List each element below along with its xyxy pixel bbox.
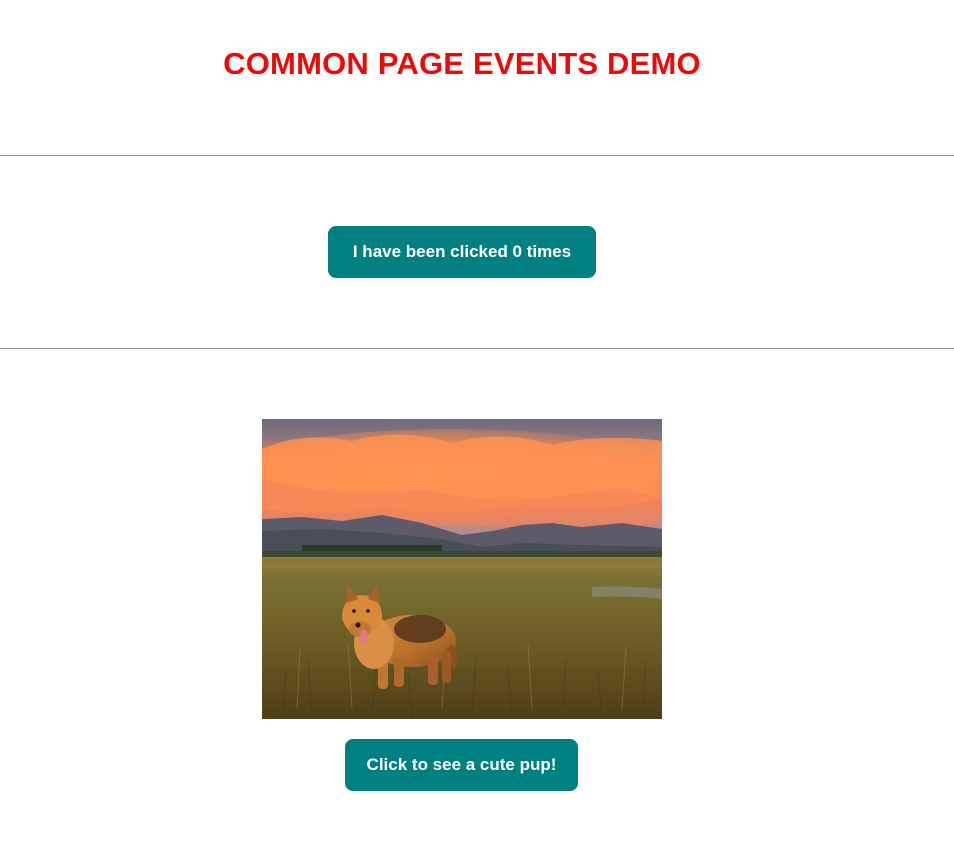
divider-top [0,155,954,156]
click-counter-button[interactable]: I have been clicked 0 times [328,226,596,278]
page-title: COMMON PAGE EVENTS DEMO [223,46,701,81]
dog-photo [262,419,662,719]
show-pup-button[interactable]: Click to see a cute pup! [345,739,578,791]
divider-bottom [0,348,954,349]
dog-meadow-image [262,419,662,719]
page: COMMON PAGE EVENTS DEMO I have been clic… [0,0,954,847]
